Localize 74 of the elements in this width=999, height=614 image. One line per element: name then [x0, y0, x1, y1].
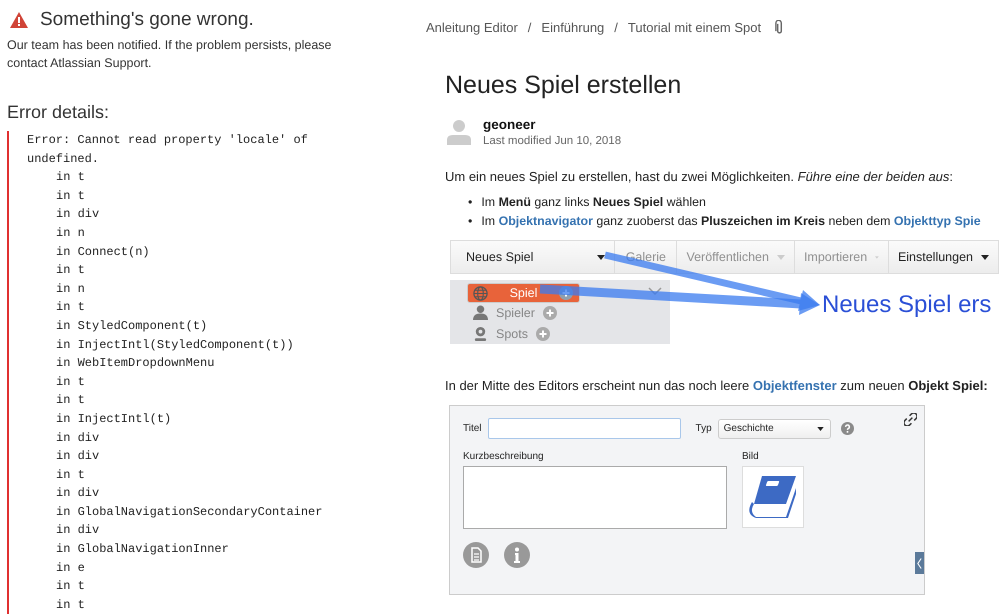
stack-trace-line: in div [55, 485, 100, 502]
stack-trace-line: in Connect(n) [55, 244, 151, 261]
page-title: Neues Spiel erstellen [445, 71, 682, 100]
stack-trace-line: in t [55, 596, 86, 614]
caret-icon [816, 426, 824, 430]
image-box[interactable] [742, 466, 804, 528]
error-title: Something's gone wrong. [40, 9, 254, 31]
callout-text: Neues Spiel ers [822, 291, 992, 319]
link[interactable]: Objektnavigator [498, 214, 593, 228]
author-name[interactable]: geoneer [483, 117, 622, 132]
field-label: Typ [696, 423, 712, 434]
stack-trace-line: in t [55, 374, 86, 391]
stack-trace-line: in div [55, 522, 100, 540]
field-label: Bild [742, 451, 760, 462]
stack-trace-line: in t [55, 169, 86, 186]
plus-circle-icon[interactable] [542, 306, 557, 320]
breadcrumb-separator: / [614, 20, 618, 35]
description-text-area[interactable] [463, 466, 727, 529]
avatar-icon [447, 119, 471, 145]
error-message: Our team has been notified. If the problem persists, please contact Atlassian Support. [7, 37, 332, 72]
book-icon [748, 474, 798, 520]
link[interactable]: Objekttyp Spie [894, 214, 981, 228]
stack-trace-line: in n [55, 280, 86, 298]
stack-trace-line: in t [55, 392, 86, 410]
tree-item[interactable]: Spots [467, 325, 556, 342]
stack-trace-line: in GlobalNavigationSecondaryContainer [55, 504, 324, 521]
person-icon [473, 305, 488, 320]
stack-trace-line: in StyledComponent(t) [55, 318, 208, 335]
link-icon[interactable] [904, 413, 917, 426]
error-details-heading: Error details: [7, 102, 110, 123]
warning-icon [10, 12, 28, 28]
stack-trace-line: in n [55, 224, 86, 242]
last-modified-date: Last modified Jun 10, 2018 [483, 135, 622, 147]
list-item: Im Objektnavigator ganz zuoberst das Pluszeichen im Kreis neben dem Objekttyp Spie [481, 213, 981, 230]
stack-trace-line: in InjectIntl(t) [55, 410, 172, 428]
document-icon[interactable] [463, 542, 489, 568]
link[interactable]: Objektfenster [752, 378, 837, 393]
stack-trace-line: in InjectIntl(StyledComponent(t)) [55, 336, 295, 354]
toolbar-button[interactable]: Einstellungen [888, 241, 998, 273]
info-icon[interactable] [504, 542, 530, 568]
stack-trace-line: in div [55, 448, 100, 466]
field-label: Kurzbeschreibung [463, 451, 545, 462]
plus-circle-icon[interactable] [536, 326, 550, 340]
toolbar-button[interactable]: Neues Spiel [451, 241, 616, 273]
breadcrumb-link[interactable]: Anleitung Editor [426, 20, 518, 35]
paperclip-icon[interactable] [775, 20, 784, 35]
stack-trace-line: in t [55, 299, 86, 316]
title-input-field[interactable] [488, 418, 681, 439]
field-label: Titel [463, 423, 482, 434]
stack-trace-line: in div [55, 430, 100, 446]
pin-icon [473, 326, 488, 341]
help-icon[interactable] [840, 422, 854, 435]
list-bullet: • [468, 213, 472, 230]
stack-trace-line: in e [55, 560, 86, 577]
breadcrumb-separator: / [528, 20, 532, 35]
breadcrumb-link[interactable]: Tutorial mit einem Spot [628, 20, 762, 35]
stack-trace-line: in t [55, 466, 86, 484]
stack-trace-line: Error: Cannot read property 'locale' of undefined. [27, 132, 309, 168]
paragraph: In der Mitte des Editors erscheint nun das noch leere Objektfenster zum neuen Objekt Spiel: [445, 378, 989, 393]
stack-trace-line: in t [55, 188, 86, 205]
intro-paragraph: Um ein neues Spiel zu erstellen, hast du zwei Möglichkeiten. Führe eine der beiden aus: [445, 169, 954, 184]
tree-item[interactable]: Spieler [467, 304, 563, 321]
chevron-left-icon [917, 556, 922, 570]
type-select[interactable]: Geschichte [718, 418, 831, 438]
stack-trace-line: in WebItemDropdownMenu [55, 355, 216, 372]
breadcrumb-link[interactable]: Einführung [541, 20, 604, 35]
list-item: Im Menü ganz links Neues Spiel wählen [481, 194, 706, 211]
globe-icon [473, 286, 488, 300]
stack-trace-line: in t [55, 262, 86, 280]
stack-trace-line: in t [55, 578, 86, 596]
stack-trace-line: in GlobalNavigationInner [55, 541, 230, 558]
side-panel-tab[interactable] [915, 552, 924, 574]
list-bullet: • [468, 194, 472, 211]
stack-trace-line: in div [55, 206, 100, 224]
